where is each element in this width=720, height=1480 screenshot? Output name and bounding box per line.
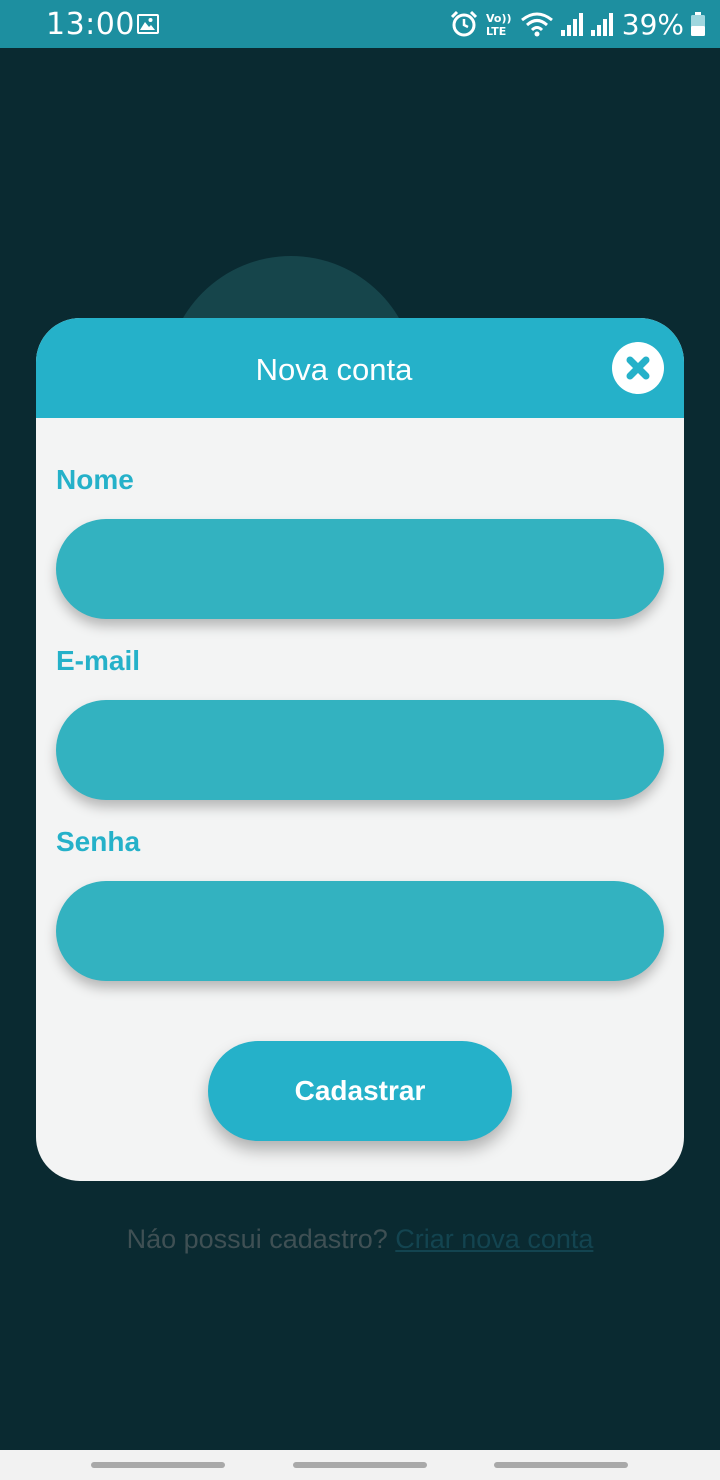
password-label: Senha	[56, 826, 141, 857]
svg-text:Vo)): Vo))	[486, 12, 512, 25]
create-account-link[interactable]: Criar nova conta	[395, 1224, 593, 1254]
name-label: Nome	[56, 464, 134, 495]
modal-header: Nova conta	[36, 318, 684, 418]
status-bar: 13:00 Vo)) LTE 39%	[0, 0, 720, 48]
signup-modal: Nova conta Nome E-mail Senha Cadastrar	[36, 318, 684, 1181]
wifi-icon	[520, 12, 553, 37]
navigation-bar	[0, 1450, 720, 1480]
close-button[interactable]	[612, 342, 664, 394]
password-input[interactable]	[56, 881, 664, 981]
svg-text:LTE: LTE	[486, 25, 506, 38]
signup-prompt: Náo possui cadastro? Criar nova conta	[0, 1224, 720, 1255]
volte-icon: Vo)) LTE	[486, 12, 512, 38]
close-icon	[626, 356, 650, 380]
gallery-icon	[137, 14, 159, 34]
modal-title: Nova conta	[255, 352, 413, 387]
battery-icon	[691, 12, 705, 36]
nav-back-button[interactable]	[494, 1462, 628, 1468]
status-icons: Vo)) LTE 39%	[450, 0, 706, 48]
signup-prompt-text: Náo possui cadastro?	[126, 1224, 388, 1254]
nav-recents-button[interactable]	[91, 1462, 225, 1468]
signal-icon	[560, 13, 583, 36]
alarm-icon	[450, 10, 477, 37]
status-time: 13:00	[46, 7, 135, 42]
nav-home-button[interactable]	[293, 1462, 427, 1468]
battery-percent: 39%	[621, 7, 684, 41]
email-label: E-mail	[56, 645, 141, 676]
register-button[interactable]: Cadastrar	[208, 1041, 512, 1141]
email-input[interactable]	[56, 700, 664, 800]
name-input[interactable]	[56, 519, 664, 619]
signal-icon-2	[590, 13, 613, 36]
